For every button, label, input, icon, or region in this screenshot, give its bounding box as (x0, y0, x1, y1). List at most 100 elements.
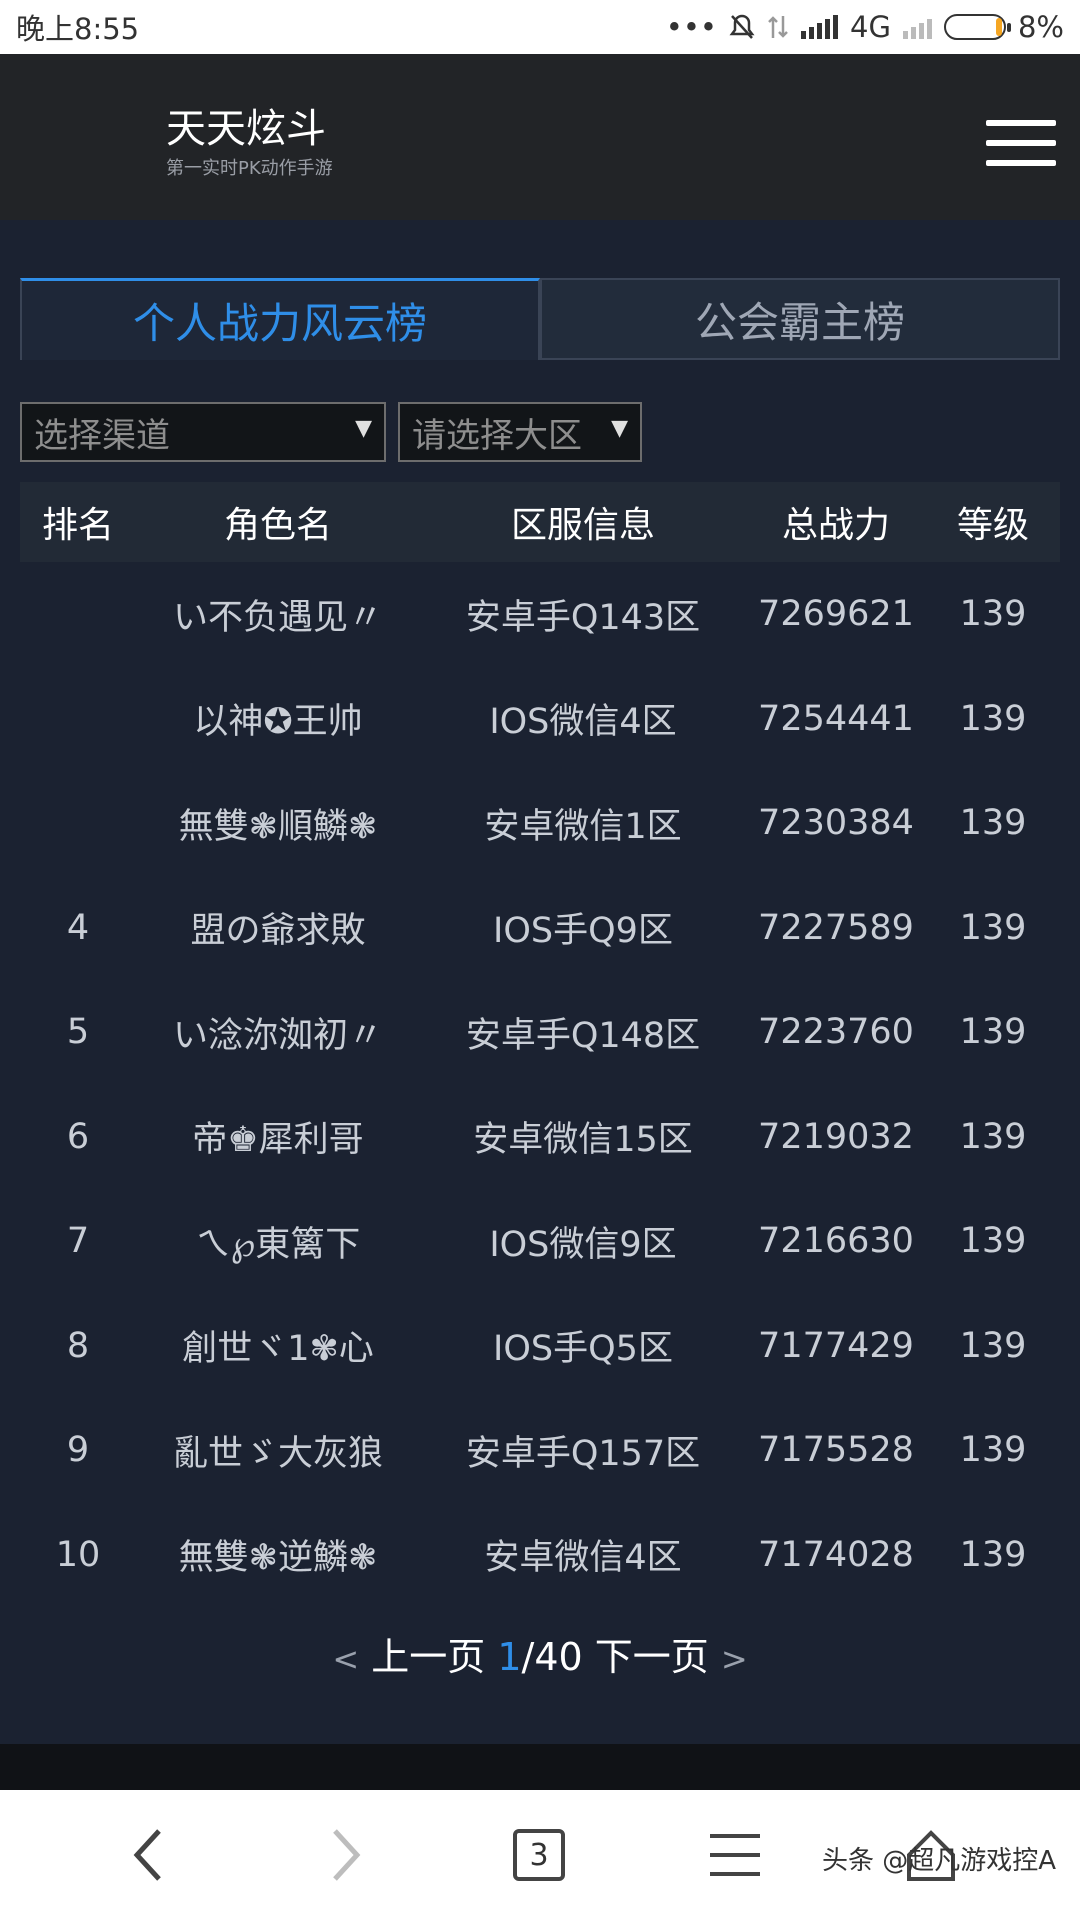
network-type: 4G (850, 10, 891, 44)
cell-power: 7227589 (758, 907, 914, 948)
cell-power: 7269621 (758, 594, 914, 635)
cell-name: 創世ヾ1✾心 (182, 1329, 374, 1370)
cell-level: 139 (959, 594, 1027, 635)
header-name: 角色名 (223, 505, 332, 546)
cell-power: 7230384 (758, 803, 914, 844)
cell-rank: 9 (66, 1430, 90, 1471)
filter-selects: 选择渠道 ▼ 请选择大区 ▼ (20, 402, 642, 462)
next-chevron-icon[interactable]: > (721, 1640, 748, 1678)
table-row: 6 帝♚犀利哥 安卓微信15区 7219032 139 (20, 1085, 1060, 1190)
cell-power: 7223760 (758, 1012, 914, 1053)
status-icons: ••• 4G 8% (666, 10, 1064, 44)
header-server: 区服信息 (510, 505, 655, 546)
prev-chevron-icon[interactable]: < (332, 1640, 359, 1678)
header-level: 等级 (956, 505, 1029, 546)
cell-level: 139 (959, 1221, 1027, 1262)
menu-icon[interactable] (700, 1820, 770, 1890)
mute-bell-icon (729, 14, 755, 39)
cell-power: 7175528 (758, 1430, 914, 1471)
current-page: 1 (497, 1635, 522, 1679)
browser-toolbar: 3 头条 @超凡游戏控A (0, 1790, 1080, 1920)
cell-name: 無雙❃逆鱗❃ (178, 1538, 378, 1579)
cell-rank: 8 (66, 1325, 90, 1366)
pagination: < 上一页 1/40 下一页 > (0, 1626, 1080, 1681)
back-arrow-icon[interactable] (114, 1820, 184, 1890)
table-row: 9 亂世ゞ大灰狼 安卓手Q157区 7175528 139 (20, 1398, 1060, 1503)
cell-rank: 7 (66, 1221, 90, 1262)
tab-count: 3 (529, 1837, 549, 1873)
status-bar: 晚上8:55 ••• 4G 8% (0, 0, 1080, 54)
cell-power: 7177429 (758, 1325, 914, 1366)
cell-server: IOS微信9区 (489, 1224, 677, 1265)
cell-server: 安卓手Q148区 (465, 1015, 701, 1056)
table-row: 10 無雙❃逆鱗❃ 安卓微信4区 7174028 139 (20, 1503, 1060, 1608)
signal-weak-icon (902, 15, 932, 39)
table-row: 8 創世ヾ1✾心 IOS手Q5区 7177429 139 (20, 1294, 1060, 1399)
table-row: 5 い淰沵洳初〃 安卓手Q148区 7223760 139 (20, 980, 1060, 1085)
cell-level: 139 (959, 907, 1027, 948)
next-page-link[interactable]: 下一页 (595, 1635, 709, 1679)
cell-level: 139 (959, 1325, 1027, 1366)
tab-personal-power[interactable]: 个人战力风云榜 (20, 278, 540, 360)
signal-icon (801, 15, 839, 39)
total-pages: /40 (521, 1635, 583, 1679)
cell-server: 安卓微信1区 (484, 806, 682, 847)
cell-server: IOS手Q5区 (493, 1329, 673, 1370)
cell-level: 139 (959, 1116, 1027, 1157)
cell-name: ㄟ℘東篱下 (195, 1224, 361, 1265)
cell-server: 安卓手Q143区 (465, 597, 701, 638)
cell-power: 7254441 (758, 698, 914, 739)
cell-level: 139 (959, 803, 1027, 844)
cell-level: 139 (959, 1430, 1027, 1471)
cell-name: 帝♚犀利哥 (192, 1120, 364, 1161)
status-time: 晚上8:55 (16, 12, 140, 46)
forward-arrow-icon[interactable] (310, 1820, 380, 1890)
header-power: 总战力 (781, 505, 890, 546)
data-transfer-icon (768, 16, 788, 38)
prev-page-link[interactable]: 上一页 (371, 1635, 485, 1679)
hamburger-menu-icon[interactable] (986, 120, 1056, 166)
site-subtitle: 第一实时PK动作手游 (166, 158, 333, 179)
watermark-text: 头条 @超凡游戏控A (821, 1846, 1056, 1876)
cell-power: 7174028 (758, 1534, 914, 1575)
cell-rank: 6 (66, 1116, 90, 1157)
header-rank: 排名 (41, 505, 114, 546)
tab-guild-ranking[interactable]: 公会霸主榜 (540, 278, 1060, 360)
channel-select[interactable]: 选择渠道 ▼ (20, 402, 386, 462)
cell-server: IOS手Q9区 (493, 911, 673, 952)
more-dots-icon: ••• (665, 10, 718, 44)
cell-rank: 10 (55, 1534, 101, 1575)
site-header: 天天炫斗 第一实时PK动作手游 (0, 54, 1080, 220)
cell-name: い不负遇见〃 (172, 597, 383, 638)
tabs-icon: 3 (513, 1829, 565, 1881)
cell-server: IOS微信4区 (489, 702, 677, 743)
tabs-counter-button[interactable]: 3 (504, 1820, 574, 1890)
cell-name: い淰沵洳初〃 (172, 1015, 383, 1056)
ranking-table: 排名 角色名 区服信息 总战力 等级 い不负遇见〃 安卓手Q143区 72696… (20, 482, 1060, 1607)
table-header: 排名 角色名 区服信息 总战力 等级 (20, 482, 1060, 562)
table-row: 7 ㄟ℘東篱下 IOS微信9区 7216630 139 (20, 1189, 1060, 1294)
site-title[interactable]: 天天炫斗 (166, 96, 326, 154)
cell-power: 7216630 (758, 1221, 914, 1262)
cell-server: 安卓微信4区 (484, 1538, 682, 1579)
cell-level: 139 (959, 1534, 1027, 1575)
cell-level: 139 (959, 1012, 1027, 1053)
cell-name: 盟の爺求敗 (190, 911, 366, 952)
cell-rank: 5 (66, 1012, 90, 1053)
cell-name: 亂世ゞ大灰狼 (172, 1433, 383, 1474)
channel-select-value: 选择渠道 (34, 415, 170, 456)
cell-power: 7219032 (758, 1116, 914, 1157)
region-select[interactable]: 请选择大区 ▼ (398, 402, 642, 462)
cell-level: 139 (959, 698, 1027, 739)
cell-server: 安卓手Q157区 (465, 1433, 701, 1474)
table-row: い不负遇见〃 安卓手Q143区 7269621 139 (20, 562, 1060, 667)
battery-percent: 8% (1017, 10, 1064, 44)
table-row: 4 盟の爺求敗 IOS手Q9区 7227589 139 (20, 876, 1060, 981)
cell-name: 無雙❃順鱗❃ (178, 806, 378, 847)
cell-server: 安卓微信15区 (473, 1120, 693, 1161)
battery-icon (943, 14, 1011, 40)
cell-name: 以神✪王帅 (193, 702, 363, 743)
ranking-tabs: 个人战力风云榜 公会霸主榜 (20, 278, 1060, 360)
page-footer (0, 1744, 1080, 1790)
dropdown-arrow-icon: ▼ (355, 416, 372, 441)
